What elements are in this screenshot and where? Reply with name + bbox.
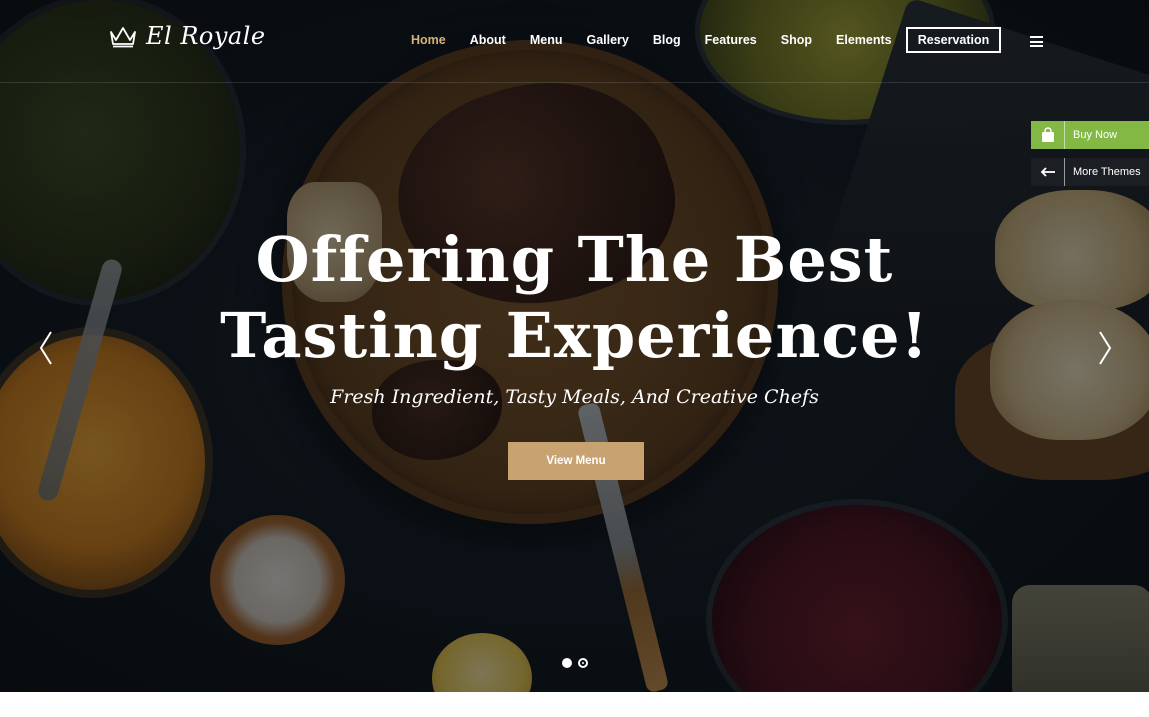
nav-item-about[interactable]: About: [470, 33, 506, 47]
more-themes-button[interactable]: More Themes: [1031, 158, 1149, 186]
chevron-right-icon[interactable]: [1097, 330, 1113, 366]
site-header: El Royale Home About Menu Gallery Blog F…: [0, 0, 1149, 83]
crown-icon: [110, 27, 136, 48]
view-menu-button[interactable]: View Menu: [508, 442, 644, 480]
buy-now-label: Buy Now: [1073, 129, 1118, 141]
buy-now-button[interactable]: Buy Now: [1031, 121, 1149, 149]
chevron-left-icon[interactable]: [38, 330, 54, 366]
nav-item-menu[interactable]: Menu: [530, 33, 563, 47]
reservation-button[interactable]: Reservation: [906, 27, 1001, 53]
nav-item-gallery[interactable]: Gallery: [586, 33, 628, 47]
hamburger-icon[interactable]: [1030, 36, 1043, 47]
more-themes-label: More Themes: [1073, 166, 1141, 178]
page-below-hero: [0, 692, 1149, 717]
nav-item-elements[interactable]: Elements: [836, 33, 892, 47]
page: El Royale Home About Menu Gallery Blog F…: [0, 0, 1149, 717]
hero-title-line-2: Tasting Experience!: [220, 299, 929, 372]
hero-subtitle: Fresh Ingredient, Tasty Meals, And Creat…: [330, 386, 819, 408]
nav-item-blog[interactable]: Blog: [653, 33, 681, 47]
slider-dot-1[interactable]: [562, 658, 572, 668]
slider-dot-2[interactable]: [578, 658, 588, 668]
hero-title: Offering The Best Tasting Experience!: [0, 222, 1149, 374]
site-logo[interactable]: El Royale: [108, 22, 266, 50]
main-nav: Home About Menu Gallery Blog Features Sh…: [411, 33, 916, 47]
slider-dots: [562, 658, 588, 668]
shopping-bag-icon: [1031, 121, 1065, 149]
nav-item-home[interactable]: Home: [411, 33, 446, 47]
hero-title-line-1: Offering The Best: [255, 223, 894, 296]
logo-text: El Royale: [146, 22, 266, 50]
nav-item-features[interactable]: Features: [705, 33, 757, 47]
arrow-left-icon: [1031, 158, 1065, 186]
nav-item-shop[interactable]: Shop: [781, 33, 812, 47]
